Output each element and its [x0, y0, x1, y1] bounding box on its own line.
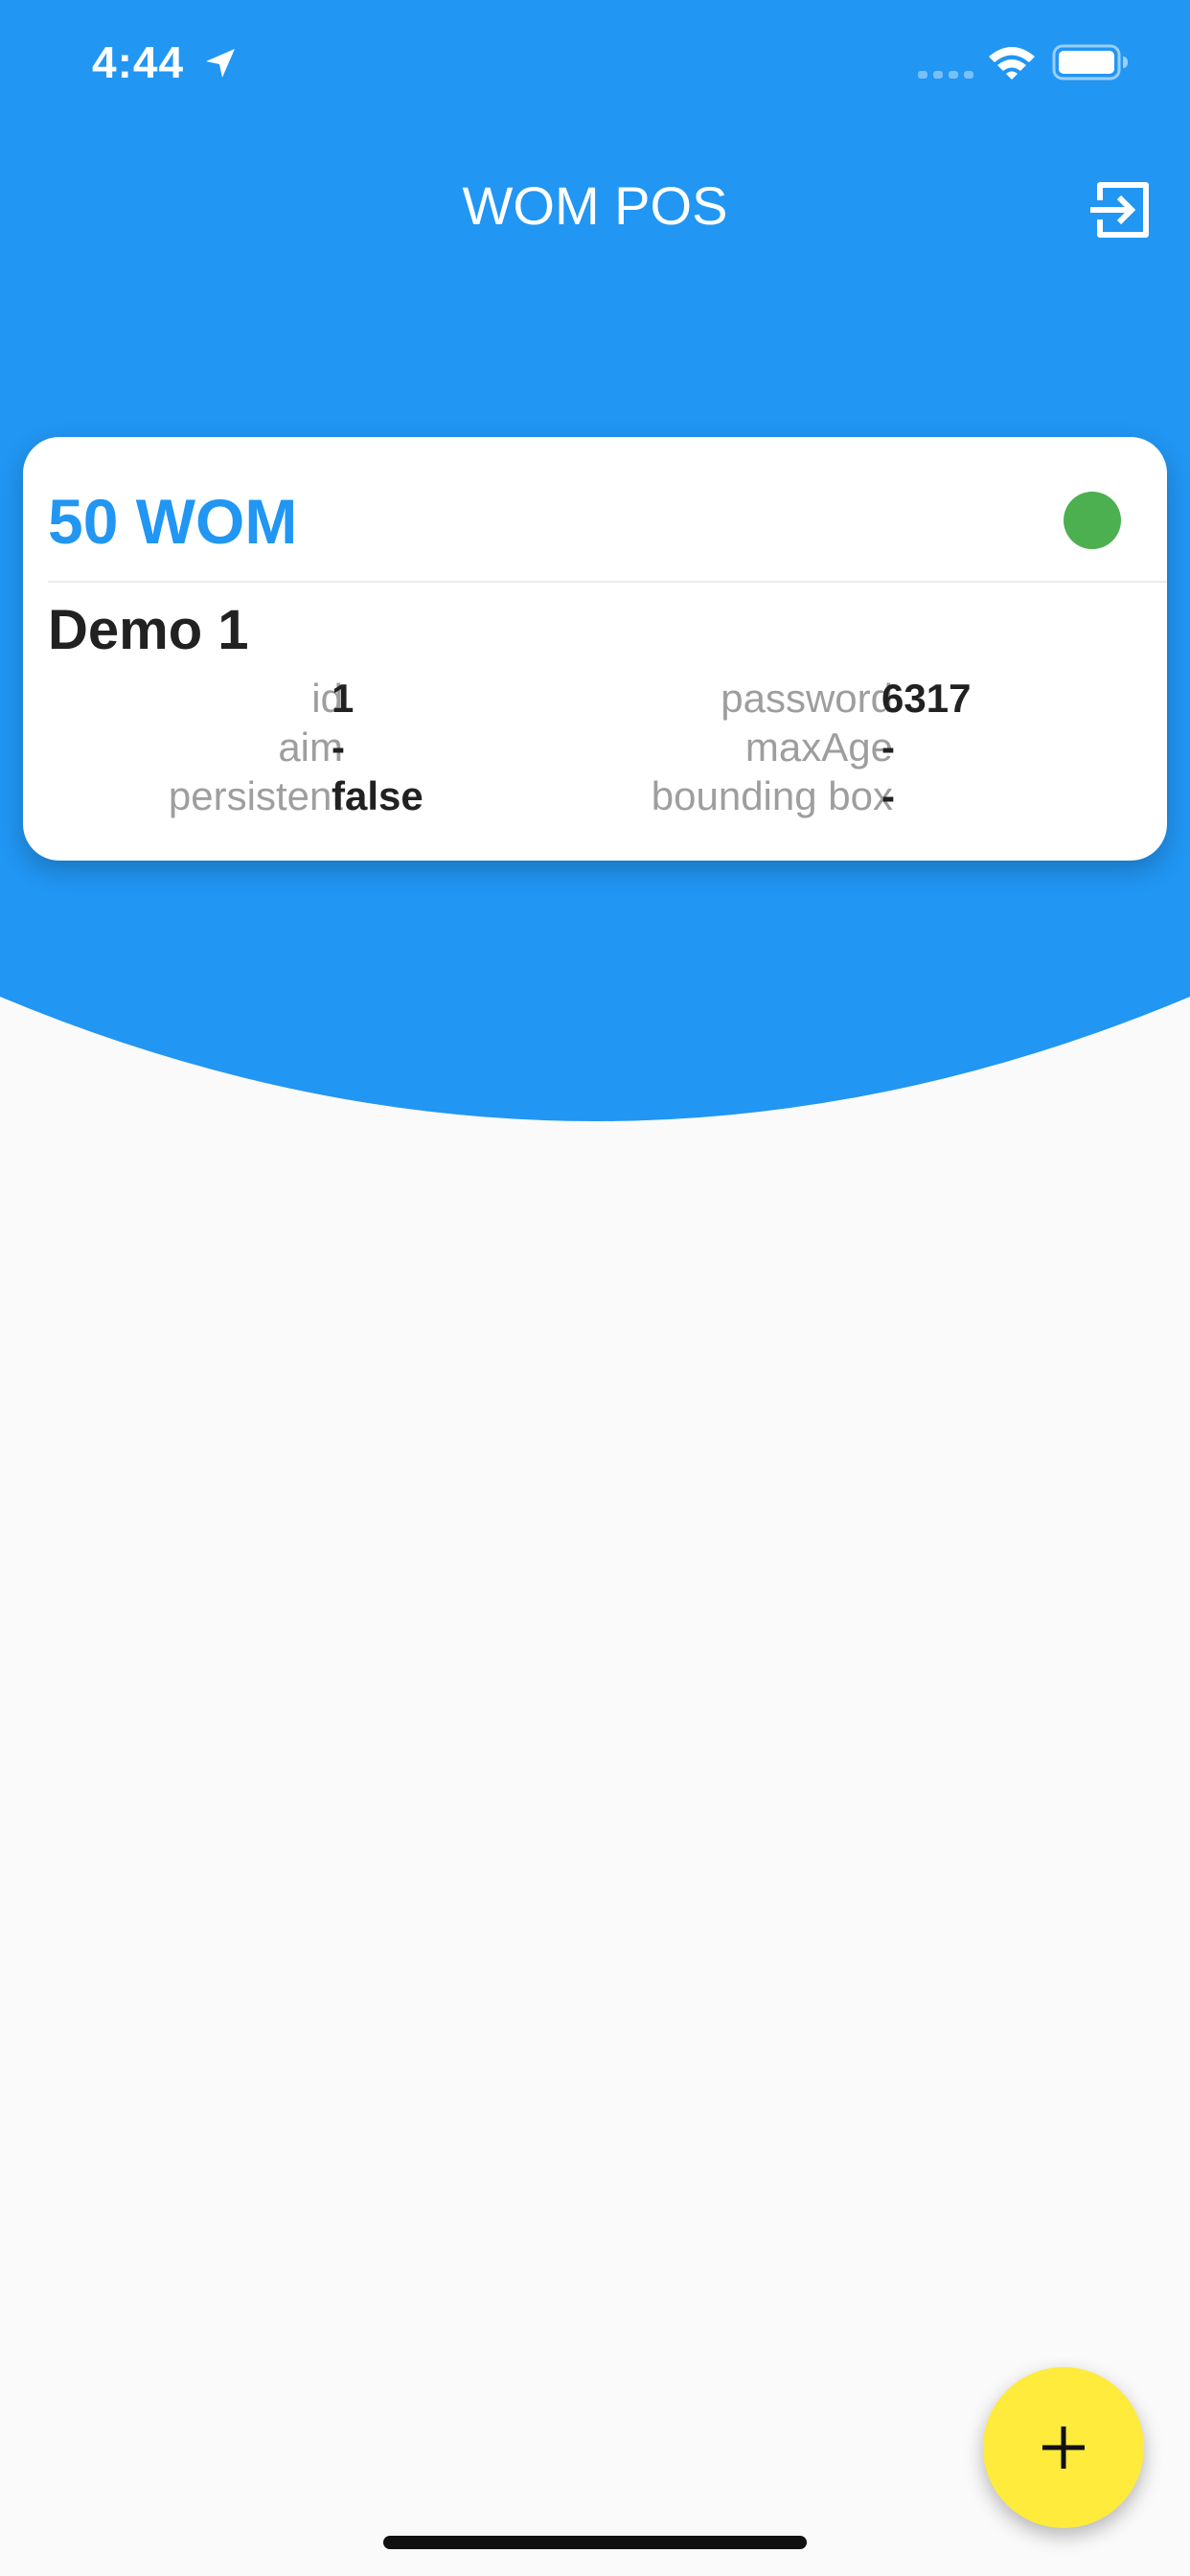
prop-bounding-box: bounding box - — [23, 772, 1167, 820]
add-offer-button[interactable] — [983, 2367, 1144, 2528]
status-indicator — [1064, 492, 1121, 549]
prop-label: maxAge — [744, 724, 893, 770]
card-divider — [48, 581, 1167, 583]
status-bar: 4:44 — [0, 0, 1190, 125]
prop-value: - — [881, 773, 895, 818]
prop-value: - — [881, 724, 895, 770]
cellular-signal-icon — [918, 71, 973, 79]
logout-icon — [1090, 182, 1149, 238]
status-time: 4:44 — [92, 37, 185, 87]
prop-value: 6317 — [881, 676, 972, 721]
prop-max-age: maxAge - — [23, 724, 1167, 771]
logout-button[interactable] — [1087, 175, 1156, 244]
location-arrow-icon — [206, 49, 235, 78]
plus-icon — [1042, 2426, 1085, 2469]
prop-label: bounding box — [651, 773, 893, 818]
prop-label: password — [721, 676, 893, 721]
battery-icon — [1052, 44, 1128, 80]
prop-password: password 6317 — [23, 675, 1167, 723]
app-title: WOM POS — [462, 175, 728, 236]
wifi-icon — [989, 47, 1035, 80]
offer-amount: 50 WOM — [48, 486, 298, 557]
home-indicator — [383, 2536, 807, 2549]
offer-name: Demo 1 — [48, 599, 249, 661]
offer-card[interactable]: 50 WOM Demo 1 id 1 aim - persistent fals… — [23, 437, 1167, 861]
